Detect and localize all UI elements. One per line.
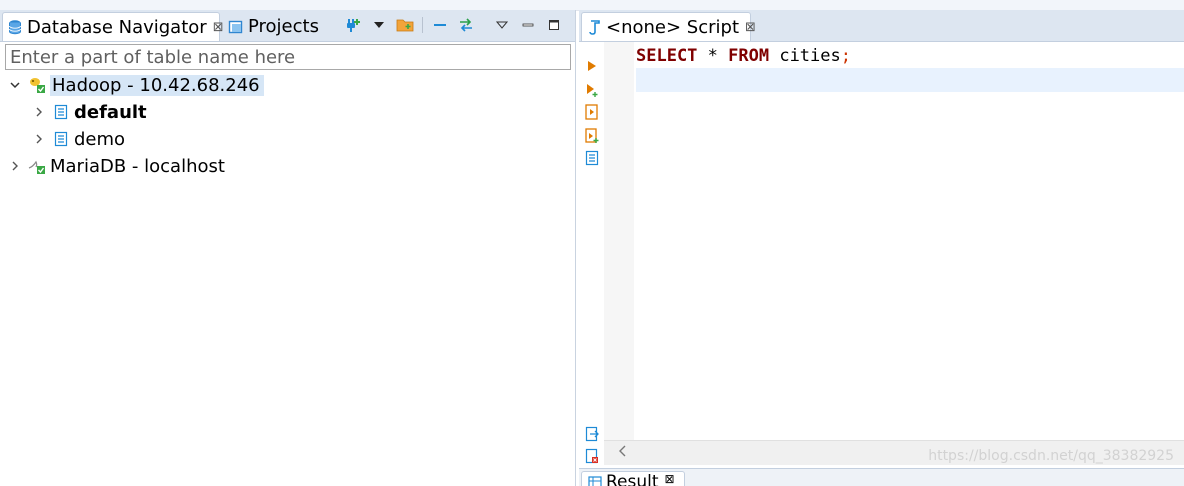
schema-icon — [52, 103, 70, 121]
keyword-from: FROM — [728, 46, 770, 66]
tree-node-label: default — [74, 101, 147, 123]
execute-new-tab-icon[interactable] — [585, 82, 599, 98]
maximize-icon[interactable] — [545, 16, 563, 34]
sql-text-editor[interactable]: SELECT * FROM cities; — [604, 42, 1184, 440]
script-icon — [586, 19, 602, 35]
view-menu-icon[interactable] — [493, 16, 511, 34]
dropdown-arrow-icon[interactable] — [370, 16, 388, 34]
projects-icon — [228, 19, 244, 35]
separator — [422, 17, 423, 33]
execute-script-new-tab-icon[interactable] — [585, 128, 599, 144]
tree-node-mariadb[interactable]: MariaDB - localhost — [8, 153, 225, 179]
chevron-right-icon[interactable] — [32, 105, 46, 119]
close-icon[interactable]: ⊠ — [665, 472, 675, 486]
tree-node-label: MariaDB - localhost — [50, 155, 225, 177]
hadoop-connection-icon — [28, 76, 46, 94]
editor-tab-bar: <none> Script ⊠ — [579, 10, 1184, 42]
tab-projects[interactable]: Projects — [224, 12, 334, 41]
link-editor-icon[interactable] — [457, 16, 475, 34]
tree-node-hadoop[interactable]: Hadoop - 10.42.68.246 — [8, 72, 264, 98]
tree-node-demo[interactable]: demo — [32, 126, 125, 152]
result-tab-bar: Result ⊠ — [579, 468, 1184, 486]
schema-icon — [52, 130, 70, 148]
execute-script-icon[interactable] — [585, 104, 599, 120]
tree-node-label: demo — [74, 128, 126, 150]
table-filter-input[interactable] — [5, 44, 571, 70]
watermark: https://blog.csdn.net/qq_38382925 — [928, 448, 1174, 464]
tab-script[interactable]: <none> Script ⊠ — [581, 12, 756, 41]
chevron-right-icon[interactable] — [32, 132, 46, 146]
keyword-select: SELECT — [636, 46, 698, 66]
export-icon[interactable] — [585, 426, 599, 442]
explain-plan-icon[interactable] — [585, 150, 599, 166]
execute-statement-icon[interactable] — [585, 58, 599, 74]
database-navigator-panel: Database Navigator ⊠ Projects Enter a pa… — [0, 10, 576, 486]
table-name: cities — [769, 46, 841, 66]
close-icon[interactable]: ⊠ — [745, 20, 756, 35]
app-window: Database Navigator ⊠ Projects Enter a pa… — [0, 0, 1184, 486]
tree-node-label: Hadoop - 10.42.68.246 — [50, 74, 264, 96]
tab-label: Projects — [248, 16, 319, 37]
semicolon: ; — [840, 46, 851, 66]
new-folder-icon[interactable] — [396, 16, 414, 34]
tab-result[interactable]: Result ⊠ — [581, 471, 685, 486]
line-ruler — [604, 42, 634, 440]
navigator-toolbar — [344, 14, 563, 36]
new-connection-icon[interactable] — [344, 16, 362, 34]
chevron-right-icon[interactable] — [8, 159, 22, 173]
code-line-1[interactable]: SELECT * FROM cities; — [636, 44, 1184, 68]
close-icon[interactable]: ⊠ — [213, 20, 224, 35]
tab-label: <none> Script — [606, 16, 739, 38]
code-line-2[interactable] — [636, 68, 1184, 92]
collapse-all-icon[interactable] — [431, 16, 449, 34]
left-tab-bar: Database Navigator ⊠ Projects — [0, 10, 575, 42]
chevron-down-icon[interactable] — [8, 78, 22, 92]
sql-editor-panel: <none> Script ⊠ SELECT * FROM cities; Re… — [579, 10, 1184, 486]
mariadb-connection-icon — [28, 157, 46, 175]
close-result-icon[interactable] — [585, 448, 599, 464]
grid-icon — [588, 475, 602, 486]
operator-star: * — [697, 46, 729, 66]
tab-label: Database Navigator — [27, 16, 207, 38]
database-icon — [7, 19, 23, 35]
scroll-left-icon[interactable] — [618, 445, 628, 461]
tab-database-navigator[interactable]: Database Navigator ⊠ — [2, 12, 224, 41]
editor-action-gutter — [579, 42, 603, 464]
tree-node-default[interactable]: default — [32, 99, 147, 125]
tab-label: Result — [606, 472, 659, 486]
minimize-icon[interactable] — [519, 16, 537, 34]
